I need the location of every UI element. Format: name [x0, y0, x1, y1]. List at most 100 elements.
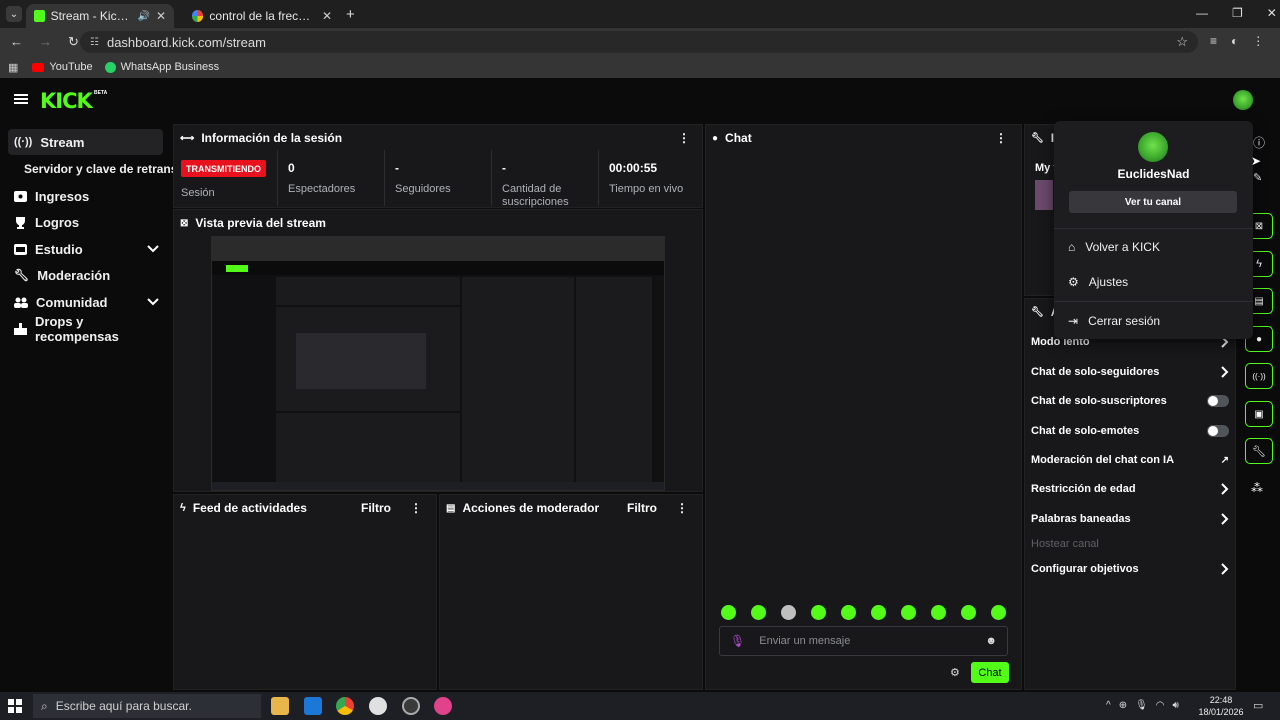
rail-button-stream[interactable]: ((·)) [1245, 363, 1273, 389]
emote-icon[interactable] [871, 605, 886, 620]
menu-item-settings[interactable]: ⚙ Ajustes [1054, 268, 1253, 296]
reading-list-icon[interactable]: ≡ [1210, 34, 1217, 48]
sidebar-item-estudio[interactable]: Estudio [8, 236, 163, 262]
bookmark-star-icon[interactable]: ☆ [1176, 34, 1188, 50]
emote-icon[interactable] [781, 605, 796, 620]
emote-icon[interactable] [991, 605, 1006, 620]
tab-obs-search[interactable]: control de la frecuencia obs ch ✕ [184, 4, 340, 28]
edit-icon[interactable]: ✎ [1253, 171, 1262, 184]
speaker-icon[interactable]: 🔊 [137, 11, 149, 22]
taskbar-clock[interactable]: 22:48 18/01/2026 [1196, 694, 1246, 718]
clock-app-icon[interactable] [369, 697, 387, 715]
rail-button-settings[interactable]: ▣ [1245, 401, 1273, 427]
session-icon: ⟷ [180, 132, 195, 144]
bookmark-youtube[interactable]: YouTube [32, 61, 93, 73]
setting-row-goals[interactable]: Configurar objetivos [1031, 559, 1229, 579]
profile-icon[interactable]: ◐ [1231, 34, 1238, 48]
sidebar-item-logros[interactable]: Logros [8, 209, 163, 235]
app-icon[interactable] [434, 697, 452, 715]
chevron-down-icon[interactable] [147, 245, 159, 253]
avatar[interactable] [1233, 90, 1253, 110]
back-icon[interactable]: ← [10, 34, 23, 50]
info-icon[interactable]: ⓘ [1253, 134, 1265, 151]
obs-icon[interactable] [402, 697, 420, 715]
emote-icon[interactable] [751, 605, 766, 620]
rail-button-moderation[interactable]: 🔧︎ [1245, 438, 1273, 464]
emote-icon[interactable] [721, 605, 736, 620]
emote-icon[interactable] [901, 605, 916, 620]
menu-item-logout[interactable]: ⇥ Cerrar sesión [1054, 307, 1253, 335]
sidebar-item-stream[interactable]: ((·)) Stream [8, 129, 163, 155]
hamburger-menu-icon[interactable] [14, 93, 28, 105]
emotes-only-toggle[interactable] [1207, 425, 1229, 437]
setting-row-emotes-only: Chat de solo-emotes [1031, 421, 1229, 441]
chevron-up-icon[interactable]: ^ [1106, 700, 1111, 711]
emote-icon[interactable] [841, 605, 856, 620]
filter-button[interactable]: Filtro [361, 501, 391, 515]
tab-kick-dashboard[interactable]: Stream - Kick Dashboard 🔊 ✕ [26, 4, 174, 28]
preview-icon: ⊠ [1254, 220, 1264, 232]
sidebar-item-comunidad[interactable]: Comunidad [8, 289, 163, 315]
divider [598, 150, 599, 206]
bookmark-whatsapp[interactable]: WhatsApp Business [104, 61, 219, 73]
close-window-icon[interactable]: ✕ [1267, 6, 1277, 20]
wifi-icon[interactable]: ◠ [1156, 700, 1165, 711]
emote-icon[interactable] [811, 605, 826, 620]
chat-send-button[interactable]: Chat [971, 662, 1009, 683]
logout-icon: ⇥ [1068, 314, 1079, 328]
microphone-icon[interactable]: 🎙︎ [730, 634, 745, 648]
more-options-icon[interactable]: ⋮ [410, 501, 422, 515]
minimize-icon[interactable]: — [1196, 6, 1208, 20]
emote-icon[interactable] [931, 605, 946, 620]
site-info-icon[interactable]: ☷ [90, 37, 99, 48]
reload-icon[interactable]: ↻ [68, 34, 79, 50]
more-options-icon[interactable]: ⋮ [995, 131, 1007, 145]
stream-preview-video[interactable] [211, 236, 665, 491]
kick-logo[interactable]: KICK [40, 89, 93, 113]
wrench-icon: 🔧︎ [1252, 445, 1266, 458]
menu-icon[interactable]: ⋮ [1252, 34, 1264, 48]
tab-search-icon[interactable]: ⌄ [6, 6, 22, 22]
sidebar-item-moderacion[interactable]: 🔧︎ Moderación [8, 262, 163, 288]
sidebar-item-server-key[interactable]: Servidor y clave de retransm [18, 156, 178, 182]
new-tab-icon[interactable]: + [346, 6, 355, 23]
address-bar[interactable]: ☷ dashboard.kick.com/stream ☆ [80, 31, 1198, 53]
more-options-icon[interactable]: ⋮ [678, 131, 690, 145]
setting-row-age-restriction[interactable]: Restricción de edad [1031, 479, 1229, 499]
chat-bubble-icon: ● [1255, 333, 1263, 345]
windows-start-icon[interactable] [8, 699, 22, 713]
setting-row-followers-only[interactable]: Chat de solo-seguidores [1031, 362, 1229, 382]
volume-icon[interactable]: 🔊︎ [1173, 700, 1179, 711]
restore-icon[interactable]: ❐ [1232, 6, 1243, 20]
sidebar-item-drops[interactable]: Drops y recompensas [8, 314, 163, 344]
setting-row-banned-words[interactable]: Palabras baneadas [1031, 509, 1229, 529]
community-icon[interactable]: ⁂ [1251, 481, 1263, 495]
view-channel-button[interactable]: Ver tu canal [1069, 191, 1237, 213]
mail-icon[interactable] [304, 697, 322, 715]
chevron-right-icon [1221, 483, 1229, 495]
filter-button[interactable]: Filtro [627, 501, 657, 515]
taskbar-search[interactable]: ⌕ Escribe aquí para buscar. [33, 694, 261, 718]
subscribers-only-toggle[interactable] [1207, 395, 1229, 407]
apps-grid-icon[interactable]: ▦ [8, 61, 18, 74]
more-options-icon[interactable]: ⋮ [676, 501, 688, 515]
youtube-icon [32, 62, 45, 72]
sidebar-item-ingresos[interactable]: Ingresos [8, 183, 163, 209]
chat-input[interactable]: 🎙︎ Enviar un mensaje ☻ [719, 626, 1008, 656]
chevron-down-icon[interactable] [147, 298, 159, 306]
microphone-icon[interactable]: 🎙︎ [1135, 700, 1148, 711]
notification-icon[interactable]: ▭ [1253, 699, 1263, 712]
file-explorer-icon[interactable] [271, 697, 289, 715]
chat-settings-icon[interactable]: ⚙ [950, 666, 960, 679]
preview-rail [654, 277, 664, 489]
close-tab-icon[interactable]: ✕ [156, 9, 166, 23]
chrome-icon[interactable] [336, 697, 354, 715]
setting-row-ai-moderation[interactable]: Moderación del chat con IA ↗ [1031, 450, 1229, 470]
emote-icon[interactable] [961, 605, 976, 620]
close-tab-icon[interactable]: ✕ [322, 9, 332, 23]
emoji-icon[interactable]: ☻ [985, 635, 997, 647]
panel-header: ⟷ Información de la sesión ⋮ [174, 125, 702, 151]
menu-item-back-to-kick[interactable]: ⌂ Volver a KICK [1054, 233, 1253, 261]
forward-icon[interactable]: → [39, 34, 52, 50]
network-icon[interactable]: ⊕ [1119, 700, 1127, 711]
